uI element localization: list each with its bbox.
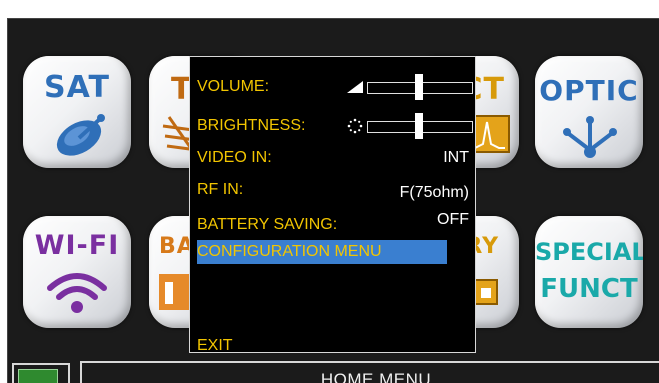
wifi-tile[interactable]: WI-FI [23, 216, 131, 328]
battery-saving-value: OFF [437, 211, 469, 228]
configuration-menu-item[interactable]: CONFIGURATION MENU [197, 240, 447, 264]
home-menu-title: HOME MENU [320, 370, 432, 383]
rf-in-row[interactable]: RF IN: F(75ohm) [197, 178, 469, 202]
sat-tile[interactable]: SAT [23, 56, 131, 168]
volume-label: VOLUME: [197, 78, 270, 95]
home-menu-bar: HOME MENU [80, 361, 659, 383]
funct-label: FUNCT [540, 274, 638, 304]
battery-saving-row[interactable]: BATTERY SAVING: OFF [197, 211, 469, 237]
battery-level-icon [18, 369, 58, 383]
optic-tile[interactable]: OPTIC [535, 56, 643, 168]
optic-fiber-icon [563, 116, 617, 158]
rf-in-value: F(75ohm) [399, 184, 469, 201]
battery-indicator [12, 363, 70, 383]
optic-label: OPTIC [539, 74, 639, 107]
brightness-icon [347, 118, 363, 134]
brightness-slider-knob[interactable] [415, 113, 423, 139]
battery-saving-label: BATTERY SAVING: [197, 216, 338, 233]
volume-slider-knob[interactable] [415, 74, 423, 100]
configuration-menu-label: CONFIGURATION MENU [197, 243, 382, 260]
video-in-row[interactable]: VIDEO IN: INT [197, 146, 469, 170]
brightness-label: BRIGHTNESS: [197, 117, 306, 134]
video-in-label: VIDEO IN: [197, 149, 272, 166]
exit-item[interactable]: EXIT [197, 334, 469, 358]
brightness-row[interactable]: BRIGHTNESS: [197, 113, 473, 139]
exit-label: EXIT [197, 337, 233, 354]
rf-in-label: RF IN: [197, 181, 244, 198]
special-funct-tile[interactable]: SPECIAL FUNCT [535, 216, 643, 328]
volume-row[interactable]: VOLUME: [197, 74, 473, 100]
settings-popup: VOLUME: BRIGHTNESS: VIDEO IN: INT RF IN:… [189, 56, 476, 354]
video-in-value: INT [443, 149, 469, 166]
status-bar: HOME MENU [8, 357, 659, 383]
satellite-dish-icon [56, 114, 105, 156]
volume-icon [347, 81, 363, 93]
sat-label: SAT [44, 70, 110, 105]
instrument-screen: SAT T CT OPTIC WI-FI BA RY SPECIAL FUNCT… [7, 18, 659, 383]
wifi-icon [47, 273, 107, 313]
wifi-label: WI-FI [34, 230, 120, 261]
special-label: SPECIAL [535, 238, 643, 266]
